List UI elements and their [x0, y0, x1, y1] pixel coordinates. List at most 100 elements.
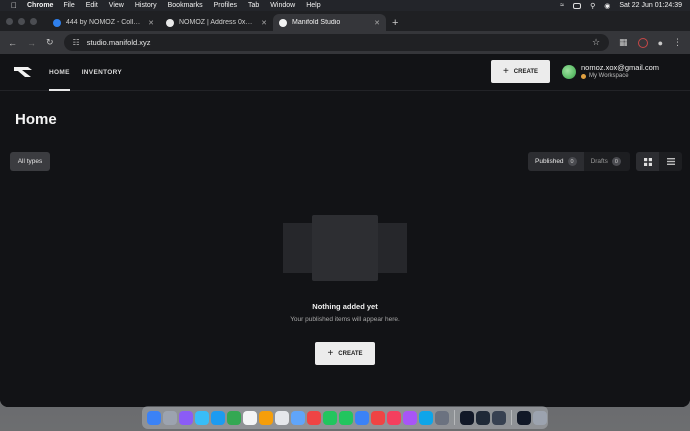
menu-edit[interactable]: Edit	[86, 2, 98, 9]
close-window-icon[interactable]	[6, 17, 13, 25]
dock-separator	[454, 410, 455, 425]
menu-help[interactable]: Help	[306, 2, 320, 9]
menu-window[interactable]: Window	[270, 2, 295, 9]
create-center-label: CREATE	[338, 350, 363, 357]
dock-app-icon[interactable]	[403, 410, 417, 425]
workspace-name: My Workspace	[589, 73, 629, 79]
published-label: Published	[535, 158, 564, 165]
top-nav: HOME INVENTORY + CREATE nomoz.xox@gmail.…	[0, 54, 690, 91]
nav-home[interactable]: HOME	[49, 54, 70, 91]
browser-window: 444 by NOMOZ - Collection ✕ NOMOZ | Addr…	[0, 11, 690, 407]
workspace-row: My Workspace	[581, 72, 659, 81]
create-button[interactable]: + CREATE	[491, 60, 550, 83]
nav-inventory[interactable]: INVENTORY	[82, 54, 122, 91]
macos-dock	[142, 406, 548, 429]
dock-app-icon[interactable]	[163, 410, 177, 425]
tab-address[interactable]: NOMOZ | Address 0x2d3424 ✕	[160, 14, 273, 31]
dock-app-icon[interactable]	[307, 410, 321, 425]
grid-view-button[interactable]	[636, 152, 659, 171]
tab-title: 444 by NOMOZ - Collection	[66, 19, 143, 26]
menu-kebab-icon[interactable]: ⋮	[673, 37, 682, 48]
app-menu-chrome[interactable]: Chrome	[27, 2, 53, 9]
list-icon	[666, 158, 675, 165]
create-center-button[interactable]: + CREATE	[315, 342, 375, 365]
status-segmented-control: Published 0 Drafts 0	[528, 152, 630, 171]
menu-profiles[interactable]: Profiles	[214, 2, 237, 9]
account-email: nomoz.xox@gmail.com	[581, 63, 660, 72]
wifi-icon[interactable]: ≈	[560, 2, 564, 9]
view-toggle	[636, 152, 682, 171]
tab-collection[interactable]: 444 by NOMOZ - Collection ✕	[47, 14, 160, 31]
dock-app-icon[interactable]	[243, 410, 257, 425]
manifold-logo-icon[interactable]	[14, 66, 34, 78]
dock-separator	[511, 410, 512, 425]
close-tab-icon[interactable]: ✕	[374, 19, 380, 27]
dock-app-icon[interactable]	[476, 410, 490, 425]
menu-bookmarks[interactable]: Bookmarks	[168, 2, 203, 9]
macos-menubar:  Chrome File Edit View History Bookmark…	[0, 0, 690, 11]
dock-app-icon[interactable]	[179, 410, 193, 425]
profile-icon[interactable]: ●	[658, 38, 663, 48]
dock-app-icon[interactable]	[259, 410, 273, 425]
plus-icon: +	[502, 66, 509, 77]
empty-illustration-center	[312, 215, 378, 281]
menu-history[interactable]: History	[135, 2, 157, 9]
dock-app-icon[interactable]	[533, 410, 547, 425]
search-icon[interactable]: ⚲	[590, 2, 595, 10]
dock-app-icon[interactable]	[492, 410, 506, 425]
dock-app-icon[interactable]	[419, 410, 433, 425]
menu-file[interactable]: File	[63, 2, 74, 9]
back-icon[interactable]: ←	[8, 38, 17, 48]
manifold-page: HOME INVENTORY + CREATE nomoz.xox@gmail.…	[0, 54, 690, 407]
published-count: 0	[567, 157, 577, 166]
dock-app-icon[interactable]	[275, 410, 289, 425]
dock-app-icon[interactable]	[195, 410, 209, 425]
dock-app-icon[interactable]	[291, 410, 305, 425]
dock-app-icon[interactable]	[227, 410, 241, 425]
dock-app-icon[interactable]	[371, 410, 385, 425]
status-area: ≈ ⚲ ◉ Sat 22 Jun 01:24:39	[560, 2, 690, 10]
close-tab-icon[interactable]: ✕	[148, 19, 154, 27]
dock-app-icon[interactable]	[355, 410, 369, 425]
extensions-icon[interactable]: ▦	[619, 37, 628, 48]
apple-menu-icon[interactable]: 	[11, 1, 17, 10]
dock-app-icon[interactable]	[323, 410, 337, 425]
tab-published[interactable]: Published 0	[528, 152, 584, 171]
forward-icon[interactable]: →	[27, 38, 36, 48]
dock-app-icon[interactable]	[517, 410, 531, 425]
type-filter-button[interactable]: All types	[10, 152, 50, 171]
tab-drafts[interactable]: Drafts 0	[584, 152, 628, 171]
dock-app-icon[interactable]	[147, 410, 161, 425]
avatar	[562, 65, 576, 79]
url-text: studio.manifold.xyz	[86, 38, 151, 47]
minimize-window-icon[interactable]	[18, 17, 25, 25]
menu-view[interactable]: View	[109, 2, 124, 9]
window-controls	[6, 11, 37, 31]
close-tab-icon[interactable]: ✕	[261, 19, 267, 27]
control-center-icon[interactable]: ◉	[604, 2, 610, 10]
record-icon[interactable]	[637, 37, 648, 48]
zoom-window-icon[interactable]	[30, 17, 37, 25]
site-info-icon[interactable]: ☷	[73, 38, 80, 47]
dock-app-icon[interactable]	[339, 410, 353, 425]
clock[interactable]: Sat 22 Jun 01:24:39	[619, 2, 682, 9]
page-title: Home	[15, 111, 57, 128]
plus-icon: +	[327, 348, 334, 359]
dock-app-icon[interactable]	[211, 410, 225, 425]
menu-tab[interactable]: Tab	[248, 2, 259, 9]
drafts-label: Drafts	[590, 158, 608, 165]
new-tab-button[interactable]: +	[386, 14, 404, 31]
workspace-icon	[581, 74, 586, 79]
empty-state-title: Nothing added yet	[312, 302, 378, 311]
dock-app-icon[interactable]	[460, 410, 474, 425]
browser-toolbar: ← → ↻ ☷ studio.manifold.xyz ☆ ▦ ● ⋮	[0, 31, 690, 54]
account-menu[interactable]: nomoz.xox@gmail.com My Workspace	[562, 63, 659, 81]
dock-app-icon[interactable]	[387, 410, 401, 425]
battery-icon[interactable]	[573, 2, 582, 9]
dock-app-icon[interactable]	[435, 410, 449, 425]
address-bar[interactable]: ☷ studio.manifold.xyz ☆	[63, 34, 610, 51]
tab-manifold-studio[interactable]: Manifold Studio ✕	[273, 14, 386, 31]
list-view-button[interactable]	[659, 152, 682, 171]
reload-icon[interactable]: ↻	[46, 37, 54, 48]
bookmark-star-icon[interactable]: ☆	[592, 37, 600, 48]
